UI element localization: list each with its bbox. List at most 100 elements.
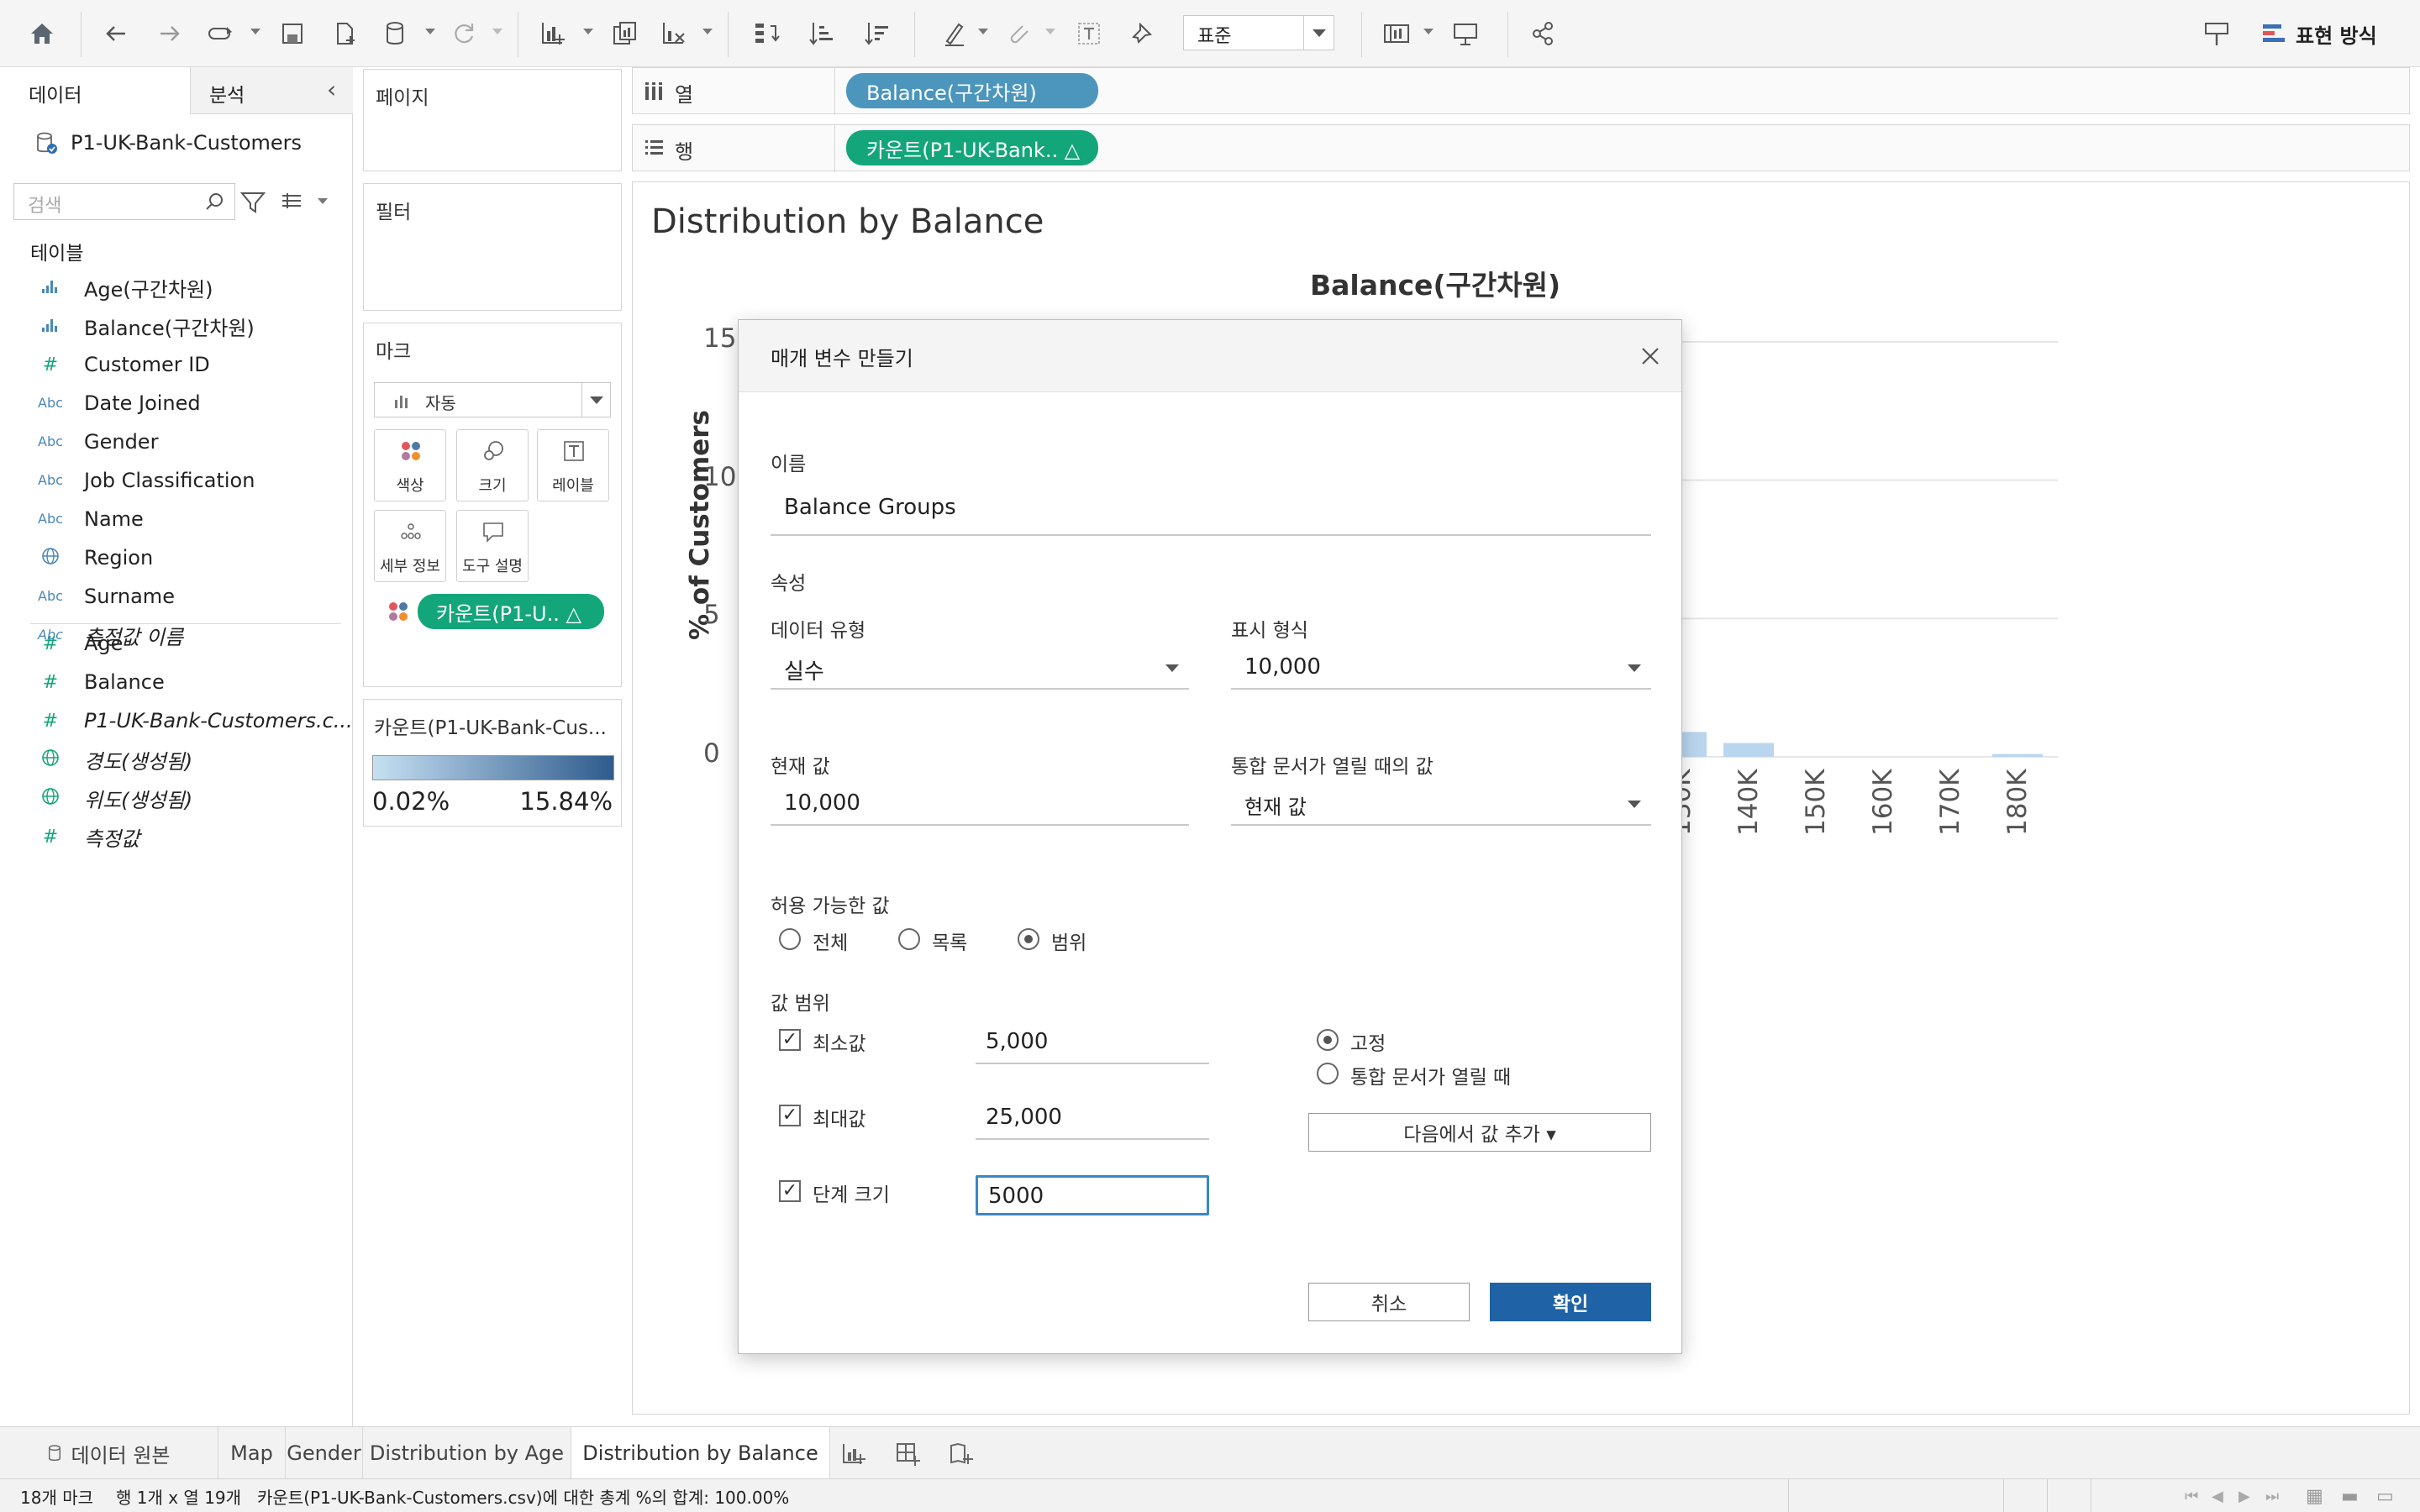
size-button[interactable]: 크기 (456, 429, 529, 501)
view-list-icon[interactable] (277, 188, 306, 217)
columns-pill[interactable]: Balance(구간차원) (846, 73, 1098, 108)
fit-select[interactable]: 표준 (1183, 15, 1334, 50)
field-item[interactable]: Age(구간차원) (42, 272, 213, 302)
field-item[interactable]: 경도(생성됨) (42, 744, 192, 774)
field-item[interactable]: # Customer ID (43, 349, 210, 380)
show-labels-icon[interactable] (1071, 17, 1107, 50)
when-open-radio[interactable]: 통합 문서가 열릴 때 (1317, 1061, 1586, 1089)
cards-dropdown-icon[interactable] (1423, 29, 1434, 34)
field-item[interactable]: # Age (43, 628, 124, 659)
bar[interactable] (1992, 753, 2043, 757)
new-dashboard-icon[interactable] (894, 1441, 921, 1467)
clear-dropdown-icon[interactable] (702, 29, 713, 34)
bar[interactable] (1723, 743, 1774, 757)
collapse-icon[interactable]: ‹ (327, 76, 336, 103)
tab-analytics[interactable]: 분석 ‹ (190, 67, 353, 114)
sort-descending-icon[interactable] (859, 17, 896, 50)
refresh-dropdown-icon[interactable] (492, 29, 502, 34)
field-item[interactable]: # 측정값 (43, 822, 139, 852)
new-worksheet-icon[interactable] (534, 17, 571, 50)
datasource-icon[interactable] (376, 17, 413, 50)
filter-icon[interactable] (239, 188, 267, 217)
pages-card[interactable]: 페이지 (363, 69, 622, 171)
current-value-input[interactable]: 10,000 (771, 784, 1189, 824)
step-size-input[interactable]: 5000 (976, 1175, 1209, 1215)
fixed-radio[interactable]: 고정 (1317, 1027, 1569, 1056)
min-input[interactable]: 5,000 (976, 1022, 1209, 1061)
field-item[interactable]: Region (42, 543, 153, 573)
new-worksheet-icon[interactable] (840, 1441, 867, 1467)
tooltip-icon[interactable] (2198, 17, 2235, 50)
new-worksheet-dropdown-icon[interactable] (583, 29, 593, 34)
show-me-button[interactable]: 표현 방식 (2260, 17, 2377, 50)
field-item[interactable]: Abc Name (38, 504, 144, 534)
max-input[interactable]: 25,000 (976, 1098, 1209, 1137)
group-dropdown-icon[interactable] (1045, 29, 1055, 34)
format-select[interactable]: 10,000 (1231, 648, 1651, 688)
prev-page-icon[interactable]: ◀ (2212, 1479, 2223, 1512)
view-dropdown-icon[interactable] (318, 198, 328, 204)
field-item[interactable]: # P1-UK-Bank-Customers.c... (43, 706, 353, 736)
rows-pill[interactable]: 카운트(P1-UK-Bank.. △ (846, 130, 1098, 165)
replay-icon[interactable] (200, 17, 242, 50)
mark-type-select[interactable]: 자동 (374, 382, 611, 417)
on-open-select[interactable]: 현재 값 (1231, 784, 1651, 824)
color-button[interactable]: 색상 (374, 429, 446, 501)
label-button[interactable]: 레이블 (537, 429, 609, 501)
max-checkbox[interactable]: ✓ 최대값 (779, 1103, 905, 1131)
grid-view-icon[interactable]: ▦ (2306, 1479, 2323, 1512)
add-values-from-button[interactable]: 다음에서 값 추가 ▾ (1308, 1113, 1651, 1152)
search-input[interactable]: 검색 (13, 183, 235, 220)
sheet-tab[interactable]: Gender (286, 1427, 363, 1479)
datasource-item[interactable]: P1-UK-Bank-Customers (34, 126, 353, 160)
close-icon[interactable] (1638, 344, 1663, 369)
field-item[interactable]: 위도(생성됨) (42, 783, 192, 813)
field-item[interactable]: Abc Surname (38, 581, 175, 612)
datatype-select[interactable]: 실수 (771, 648, 1189, 688)
step-checkbox[interactable]: ✓ 단계 크기 (779, 1179, 922, 1207)
share-icon[interactable] (1524, 17, 1561, 50)
filters-card[interactable]: 필터 (363, 183, 622, 311)
last-page-icon[interactable]: ⏭ (2265, 1479, 2279, 1512)
allowable-all-radio[interactable]: 전체 (779, 927, 871, 955)
sheet-tab[interactable]: Distribution by Balance (571, 1427, 830, 1479)
field-item[interactable]: Balance(구간차원) (42, 311, 255, 341)
tab-datasource[interactable]: 데이터 원본 (0, 1427, 218, 1479)
home-icon[interactable] (24, 17, 60, 50)
swap-icon[interactable] (748, 17, 785, 50)
allowable-range-radio[interactable]: 범위 (1018, 927, 1110, 955)
redo-icon[interactable] (151, 17, 188, 50)
highlight-icon[interactable] (936, 17, 973, 50)
rows-shelf[interactable]: 행 카운트(P1-UK-Bank.. △ (632, 124, 2410, 172)
datasource-dropdown-icon[interactable] (425, 29, 435, 34)
min-checkbox[interactable]: ✓ 최소값 (779, 1027, 905, 1056)
ok-button[interactable]: 확인 (1490, 1283, 1651, 1321)
field-item[interactable]: Abc Date Joined (38, 388, 201, 418)
cancel-button[interactable]: 취소 (1308, 1283, 1470, 1321)
refresh-icon[interactable] (445, 17, 482, 50)
save-icon[interactable] (274, 17, 311, 50)
undo-icon[interactable] (97, 17, 134, 50)
detail-button[interactable]: 세부 정보 (374, 510, 446, 582)
next-page-icon[interactable]: ▶ (2238, 1479, 2250, 1512)
first-page-icon[interactable]: ⏮ (2185, 1479, 2198, 1512)
columns-shelf[interactable]: 열 Balance(구간차원) (632, 67, 2410, 115)
field-item[interactable]: Abc Job Classification (38, 465, 255, 496)
tab-view-icon[interactable]: ▭ (2376, 1479, 2394, 1512)
clear-sheet-icon[interactable] (655, 17, 692, 50)
group-members-icon[interactable] (1000, 17, 1037, 50)
new-datasource-icon[interactable] (326, 17, 363, 50)
filmstrip-view-icon[interactable]: ▬ (2341, 1479, 2359, 1512)
marks-count-pill[interactable]: 카운트(P1-U.. △ (418, 594, 604, 629)
replay-dropdown-icon[interactable] (250, 29, 260, 34)
fix-axes-icon[interactable] (1124, 17, 1161, 50)
allowable-list-radio[interactable]: 목록 (898, 927, 991, 955)
show-cards-icon[interactable] (1378, 17, 1415, 50)
presentation-icon[interactable] (1447, 17, 1484, 50)
field-item[interactable]: Abc Gender (38, 427, 158, 457)
sort-ascending-icon[interactable] (803, 17, 840, 50)
tooltip-button[interactable]: 도구 설명 (456, 510, 529, 582)
duplicate-sheet-icon[interactable] (607, 17, 644, 50)
sheet-tab[interactable]: Map (218, 1427, 286, 1479)
field-item[interactable]: # Balance (43, 667, 165, 697)
